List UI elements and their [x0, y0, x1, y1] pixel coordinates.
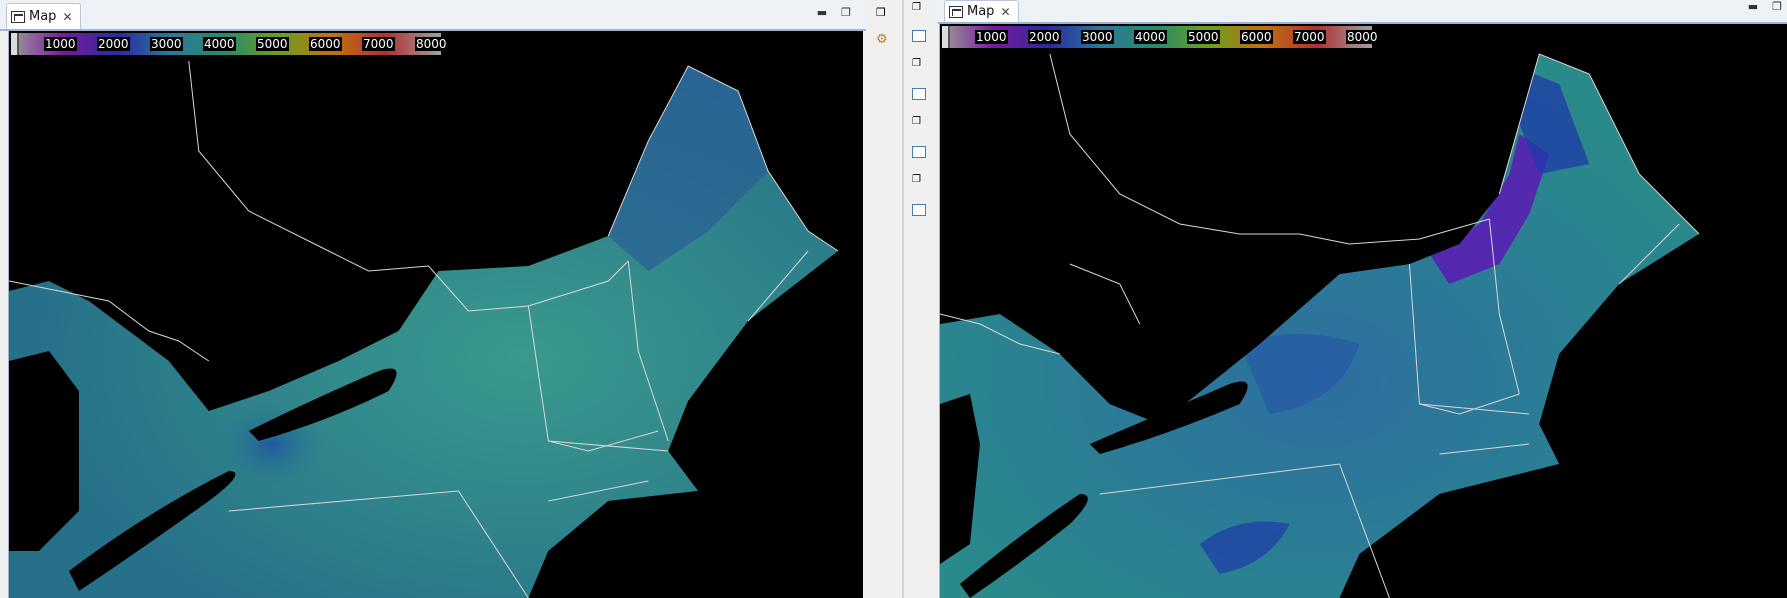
tab-map-left[interactable]: Map ✕ — [6, 3, 81, 29]
colorbar-tick-label: 7000 — [1293, 30, 1326, 44]
colorbar-tick-label: 4000 — [203, 37, 236, 51]
map-canvas-left[interactable]: 1000 2000 3000 4000 5000 6000 7000 8000 — [8, 31, 863, 598]
colorbar-tick-label: 3000 — [1081, 30, 1114, 44]
map-field-left — [9, 60, 863, 598]
tab-bar-left: Map ✕ ▬ ❐ — [0, 0, 866, 31]
view-icon[interactable] — [912, 30, 926, 42]
tab-label: Map — [967, 4, 995, 19]
close-icon[interactable]: ✕ — [62, 10, 72, 24]
view-icon[interactable] — [912, 88, 926, 100]
map-field-right — [940, 24, 1787, 598]
restore-icon[interactable]: ❐ — [876, 6, 892, 20]
colorbar-tick-label: 6000 — [1240, 30, 1273, 44]
restore-icon[interactable]: ❐ — [912, 2, 928, 16]
window-controls-left: ▬ ❐ — [816, 6, 852, 19]
tab-map-right[interactable]: Map ✕ — [944, 0, 1019, 22]
colorbar-tick-label: 2000 — [1028, 30, 1061, 44]
colorbar-tick-label: 5000 — [256, 37, 289, 51]
colorbar-tick-label: 1000 — [975, 30, 1008, 44]
colorbar-tick-label: 8000 — [415, 37, 448, 51]
colorbar-tick-label: 1000 — [44, 37, 77, 51]
restore-icon[interactable]: ❐ — [912, 174, 928, 188]
minimize-icon[interactable]: ▬ — [816, 6, 828, 19]
map-view-icon — [949, 5, 963, 18]
tab-bar-right: Map ✕ ▬ ❐ — [938, 0, 1787, 24]
restore-icon[interactable]: ❐ — [840, 6, 852, 19]
colorbar-tick-label: 3000 — [150, 37, 183, 51]
map-canvas-right[interactable]: 1000 2000 3000 4000 5000 6000 7000 8000 — [939, 24, 1787, 598]
colorbar-tick-label: 6000 — [309, 37, 342, 51]
view-icon[interactable] — [912, 204, 926, 216]
colorbar-tick-label: 2000 — [97, 37, 130, 51]
map-view-icon — [11, 10, 25, 23]
tree-view-icon[interactable]: ⚙ — [876, 32, 892, 47]
colorbar-tick-label: 8000 — [1346, 30, 1379, 44]
map-view-right: Map ✕ ▬ ❐ 1000 2000 3000 4000 5000 6000 … — [938, 0, 1787, 598]
restore-icon[interactable]: ❐ — [1771, 0, 1783, 13]
colorbar-tick-label: 4000 — [1134, 30, 1167, 44]
view-icon[interactable] — [912, 146, 926, 158]
window-controls-right: ▬ ❐ — [1747, 0, 1783, 13]
lake-huron — [9, 351, 79, 551]
tab-label: Map — [29, 9, 57, 24]
divider — [902, 0, 904, 598]
side-toolbar: ❐ ⚙ ❐ ❐ ❐ ❐ — [866, 0, 938, 598]
minimize-icon[interactable]: ▬ — [1747, 0, 1759, 13]
close-icon[interactable]: ✕ — [1000, 5, 1010, 19]
restore-icon[interactable]: ❐ — [912, 116, 928, 130]
map-view-left: Map ✕ ▬ ❐ 1000 2000 3000 4000 5000 6000 … — [0, 0, 866, 598]
colorbar-tick-label: 7000 — [362, 37, 395, 51]
colorbar-ticks: 1000 2000 3000 4000 5000 6000 7000 8000 — [942, 26, 1379, 48]
restore-icon[interactable]: ❐ — [912, 58, 928, 72]
colorbar-tick-label: 5000 — [1187, 30, 1220, 44]
colorbar-ticks: 1000 2000 3000 4000 5000 6000 7000 8000 — [11, 33, 448, 55]
